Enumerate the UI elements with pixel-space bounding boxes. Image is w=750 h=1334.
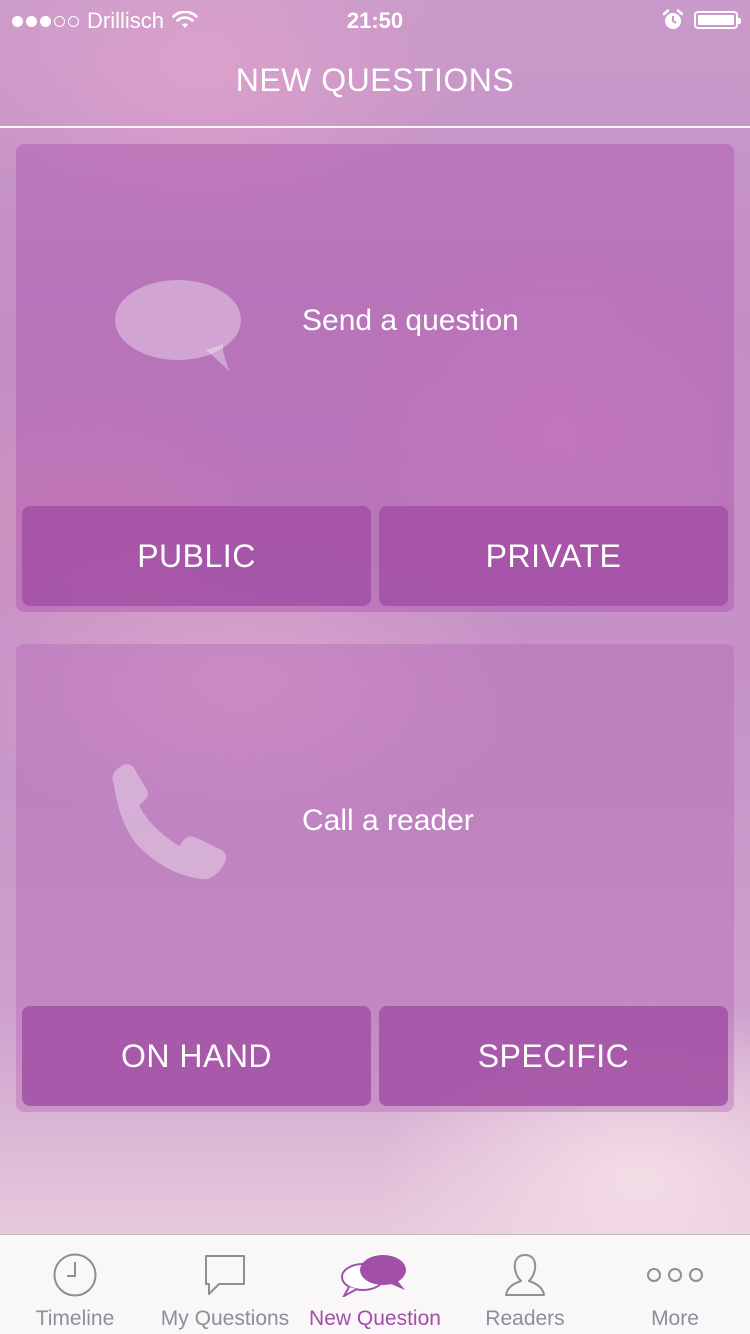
tab-label-readers: Readers bbox=[485, 1307, 565, 1330]
tab-label-timeline: Timeline bbox=[35, 1307, 115, 1330]
public-button[interactable]: PUBLIC bbox=[22, 506, 371, 606]
call-reader-card: Call a reader ON HAND SPECIFIC bbox=[16, 644, 734, 1112]
status-right bbox=[662, 9, 741, 31]
send-question-card: Send a question PUBLIC PRIVATE bbox=[16, 144, 734, 612]
nav-divider bbox=[0, 126, 750, 128]
clock-icon bbox=[53, 1253, 97, 1297]
tab-label-more: More bbox=[651, 1307, 699, 1330]
speech-bubble-outline-icon bbox=[205, 1255, 245, 1295]
tab-label-my-questions: My Questions bbox=[160, 1307, 290, 1330]
alarm-icon bbox=[662, 9, 684, 29]
call-reader-label: Call a reader bbox=[302, 804, 474, 837]
tab-readers[interactable]: Readers bbox=[450, 1235, 600, 1334]
status-time: 21:50 bbox=[346, 8, 404, 33]
tab-new-question[interactable]: New Question bbox=[300, 1235, 450, 1334]
specific-button[interactable]: SPECIFIC bbox=[379, 1006, 728, 1106]
battery-icon bbox=[694, 11, 741, 29]
private-button[interactable]: PRIVATE bbox=[379, 506, 728, 606]
tab-my-questions[interactable]: My Questions bbox=[150, 1235, 300, 1334]
tab-bar: Timeline My Questions New Question Reade… bbox=[0, 1234, 750, 1334]
page-title: NEW QUESTIONS bbox=[235, 62, 515, 98]
speech-bubble-icon bbox=[115, 280, 241, 372]
tab-more[interactable]: More bbox=[600, 1235, 750, 1334]
status-bar: Drillisch 21:50 bbox=[0, 0, 750, 40]
person-icon bbox=[505, 1254, 545, 1296]
more-dots-icon bbox=[647, 1268, 703, 1282]
on-hand-button[interactable]: ON HAND bbox=[22, 1006, 371, 1106]
phone-icon bbox=[112, 764, 227, 880]
tab-timeline[interactable]: Timeline bbox=[0, 1235, 150, 1334]
double-speech-bubble-icon bbox=[341, 1255, 406, 1297]
tab-label-new-question: New Question bbox=[309, 1307, 441, 1330]
send-question-label: Send a question bbox=[302, 304, 519, 337]
